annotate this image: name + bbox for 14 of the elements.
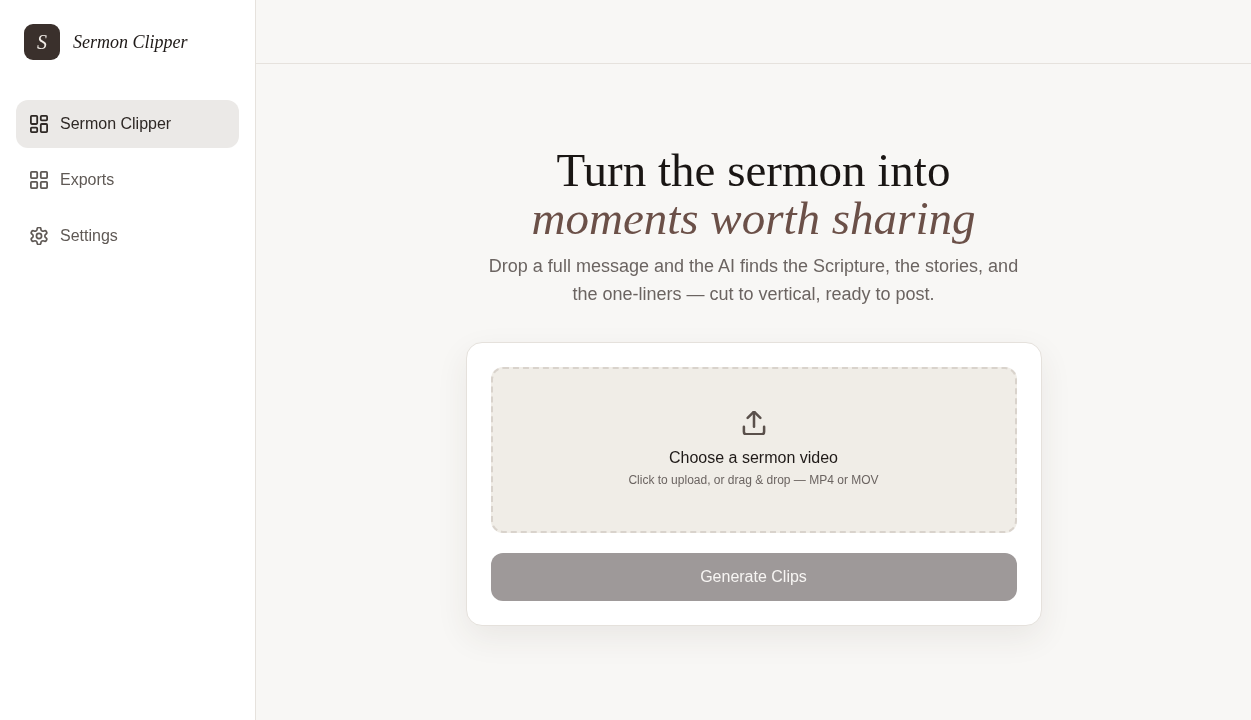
hero-subtitle: Drop a full message and the AI finds the Scripture, the stories, and the one-liners — cut to vertical, ready to post. [487,255,1020,306]
upload-title: Choose a sermon video [669,448,838,468]
brand-name: Sermon Clipper [73,30,188,54]
sidebar-nav-item[interactable]: Sermon Clipper [16,100,239,148]
hero-heading: Turn the sermon into moments worth sharing [531,146,976,242]
grid-icon [30,171,48,189]
sidebar-nav-item[interactable]: Exports [16,156,239,204]
sidebar-nav-item[interactable]: Settings [16,212,239,260]
upload-hint: Click to upload, or drag & drop — MP4 or MOV [628,472,879,489]
settings-icon [30,227,48,245]
logo-tile: S [24,24,60,60]
upload-icon [741,411,766,435]
dashboard-icon [30,115,48,133]
upload-dropzone[interactable]: Choose a sermon video Click to upload, or drag & drop — MP4 or MOV [490,367,1017,533]
